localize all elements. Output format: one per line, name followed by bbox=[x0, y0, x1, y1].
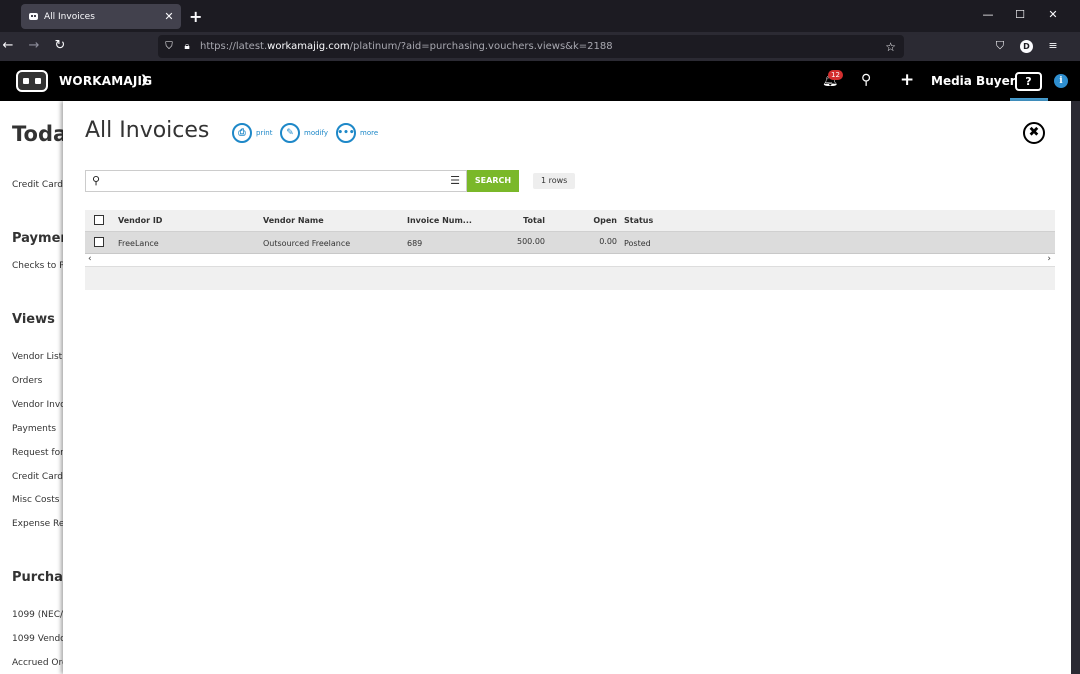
row-checkbox[interactable] bbox=[94, 237, 104, 247]
modify-label: modify bbox=[304, 129, 328, 137]
workamajig-logo-icon[interactable] bbox=[16, 70, 48, 92]
lock-icon[interactable]: 🔒︎ bbox=[180, 41, 194, 52]
row-count-badge: 1 rows bbox=[533, 173, 576, 189]
print-button[interactable]: ⎙ print bbox=[232, 123, 272, 143]
bg-link-purchasing[interactable]: 1099 (NEC/M bbox=[12, 610, 71, 620]
url-text[interactable]: https://latest.workamajig.com/platinum/?… bbox=[200, 41, 613, 52]
horizontal-scrollbar[interactable]: ‹ › bbox=[85, 254, 1055, 267]
bg-link-view[interactable]: Credit Card ( bbox=[12, 472, 69, 482]
browser-tab[interactable]: All Invoices ✕ bbox=[21, 4, 181, 29]
pocket-icon[interactable]: ⛉ bbox=[992, 39, 1008, 53]
column-status[interactable]: Status bbox=[624, 216, 653, 225]
panel-right-edge bbox=[1071, 101, 1080, 674]
brand-name[interactable]: WORKAMAJIG bbox=[59, 74, 152, 88]
search-icon[interactable]: ⚲ bbox=[861, 72, 871, 88]
table-row[interactable]: FreeLance Outsourced Freelance 689 500.0… bbox=[85, 231, 1055, 254]
bg-link-checks[interactable]: Checks to Pr bbox=[12, 261, 68, 271]
column-open[interactable]: Open bbox=[557, 216, 617, 225]
chevron-down-icon[interactable]: ❯ bbox=[140, 73, 149, 86]
cell-vendor-name: Outsourced Freelance bbox=[263, 239, 351, 248]
search-button[interactable]: SEARCH bbox=[467, 170, 519, 192]
bg-link-view[interactable]: Expense Rep bbox=[12, 519, 70, 529]
close-panel-button[interactable]: ✖ bbox=[1023, 122, 1045, 144]
column-total[interactable]: Total bbox=[485, 216, 545, 225]
column-vendor-id[interactable]: Vendor ID bbox=[118, 216, 162, 225]
column-invoice-number[interactable]: Invoice Num... bbox=[407, 216, 472, 225]
bg-link-purchasing[interactable]: Accrued Ord bbox=[12, 658, 68, 668]
app-header: WORKAMAJIG ❯ 🔔︎ 12 ⚲ + Media Buyer ? i bbox=[0, 61, 1080, 101]
search-options-icon[interactable]: ☰ bbox=[450, 174, 460, 187]
grid-header: Vendor ID Vendor Name Invoice Num... Tot… bbox=[85, 210, 1055, 231]
menu-icon[interactable]: ≡ bbox=[1045, 39, 1061, 52]
bg-link-view[interactable]: Payments bbox=[12, 424, 56, 434]
minimize-icon[interactable]: — bbox=[980, 8, 996, 21]
views-heading: Views bbox=[12, 312, 55, 327]
info-icon[interactable]: i bbox=[1054, 74, 1068, 88]
help-button[interactable]: ? bbox=[1015, 72, 1042, 91]
browser-nav-bar: ← → ↻ ⛉ 🔒︎ https://latest.workamajig.com… bbox=[0, 32, 1080, 61]
bg-link-view[interactable]: Request for bbox=[12, 448, 64, 458]
bg-link-credit-cards[interactable]: Credit Cards bbox=[12, 180, 68, 190]
scroll-left-icon[interactable]: ‹ bbox=[88, 254, 92, 264]
search-field[interactable]: ⚲ ☰ bbox=[85, 170, 467, 192]
back-icon[interactable]: ← bbox=[0, 38, 16, 53]
cell-total: 500.00 bbox=[517, 237, 545, 246]
modify-button[interactable]: ✎ modify bbox=[280, 123, 328, 143]
url-bar[interactable]: ⛉ 🔒︎ https://latest.workamajig.com/plati… bbox=[158, 35, 904, 58]
today-heading: Toda bbox=[12, 122, 68, 146]
page-title: All Invoices bbox=[85, 118, 210, 143]
search-input[interactable] bbox=[108, 173, 438, 189]
browser-tab-strip: All Invoices ✕ + — ☐ ✕ bbox=[0, 0, 1080, 32]
ellipsis-icon: ••• bbox=[336, 123, 356, 143]
print-label: print bbox=[256, 129, 273, 137]
notification-badge[interactable]: 12 bbox=[828, 70, 843, 80]
payments-heading: Paymen bbox=[12, 231, 70, 246]
invoice-grid: Vendor ID Vendor Name Invoice Num... Tot… bbox=[85, 210, 1055, 290]
tab-close-icon[interactable]: ✕ bbox=[161, 10, 177, 23]
add-icon[interactable]: + bbox=[900, 70, 914, 90]
bg-link-view[interactable]: Vendor List bbox=[12, 352, 62, 362]
profile-avatar[interactable]: D bbox=[1020, 40, 1033, 53]
bg-link-view[interactable]: Misc Costs bbox=[12, 495, 59, 505]
forward-icon[interactable]: → bbox=[26, 38, 42, 53]
printer-icon: ⎙ bbox=[232, 123, 252, 143]
bg-link-purchasing[interactable]: 1099 Vendor bbox=[12, 634, 69, 644]
new-tab-icon[interactable]: + bbox=[189, 7, 202, 26]
select-all-checkbox[interactable] bbox=[94, 215, 104, 225]
column-vendor-name[interactable]: Vendor Name bbox=[263, 216, 324, 225]
cell-vendor-id: FreeLance bbox=[118, 239, 159, 248]
pencil-icon: ✎ bbox=[280, 123, 300, 143]
more-label: more bbox=[360, 129, 379, 137]
bookmark-star-icon[interactable]: ☆ bbox=[885, 40, 896, 54]
role-menu[interactable]: Media Buyer bbox=[931, 74, 1016, 88]
invoices-panel: All Invoices ⎙ print ✎ modify ••• more ✖… bbox=[63, 101, 1071, 674]
bg-link-view[interactable]: Vendor Invo bbox=[12, 400, 66, 410]
maximize-icon[interactable]: ☐ bbox=[1012, 8, 1028, 21]
more-button[interactable]: ••• more bbox=[336, 123, 378, 143]
window-close-icon[interactable]: ✕ bbox=[1045, 8, 1061, 21]
reload-icon[interactable]: ↻ bbox=[52, 38, 68, 53]
tab-title: All Invoices bbox=[44, 11, 95, 22]
cell-open: 0.00 bbox=[599, 237, 617, 246]
workamajig-favicon-icon bbox=[29, 13, 38, 20]
purchasing-heading: Purchas bbox=[12, 570, 71, 585]
bg-link-view[interactable]: Orders bbox=[12, 376, 42, 386]
scroll-right-icon[interactable]: › bbox=[1047, 254, 1051, 264]
shield-icon[interactable]: ⛉ bbox=[162, 41, 176, 52]
cell-status: Posted bbox=[624, 239, 651, 248]
cell-invoice-number: 689 bbox=[407, 239, 423, 248]
search-icon: ⚲ bbox=[92, 174, 101, 187]
